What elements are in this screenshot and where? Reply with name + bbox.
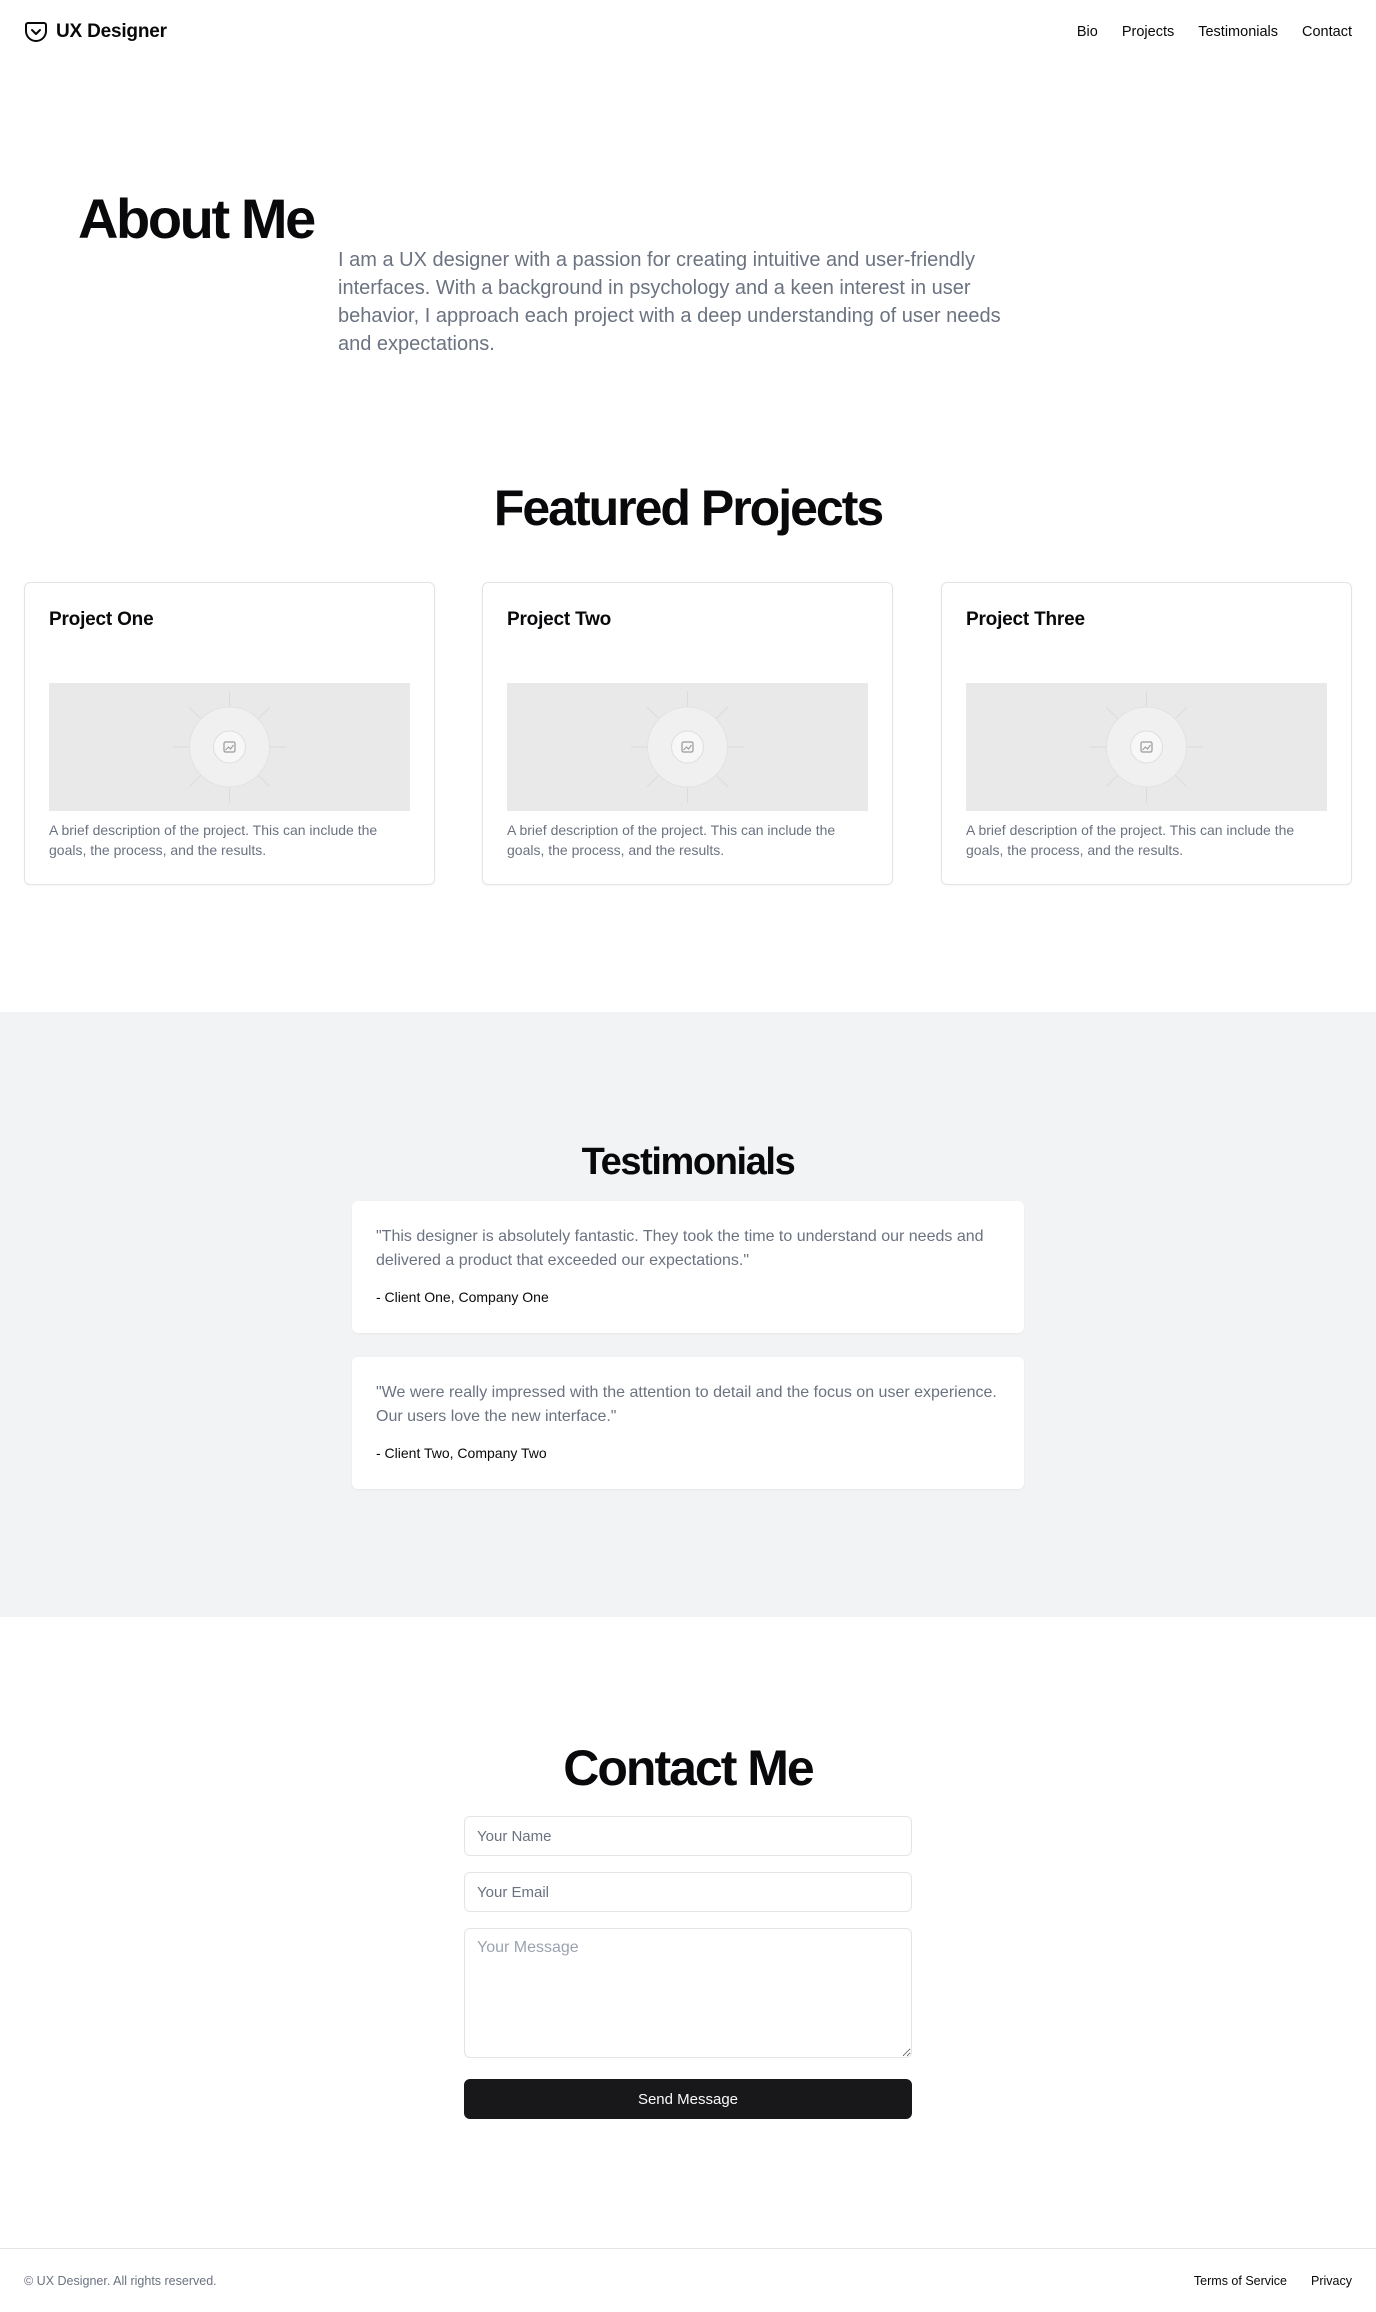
project-title: Project One — [49, 609, 154, 630]
project-description: A brief description of the project. This… — [507, 822, 836, 858]
site-footer: © UX Designer. All rights reserved. Term… — [0, 2248, 1376, 2312]
project-description: A brief description of the project. This… — [966, 822, 1295, 858]
project-card-two: Project Two A brief description of the p… — [482, 582, 893, 885]
testimonial-quote: "We were really impressed with the atten… — [376, 1384, 997, 1425]
about-text: I am a UX designer with a passion for cr… — [338, 249, 1001, 355]
footer-link-privacy[interactable]: Privacy — [1311, 2274, 1352, 2288]
nav-link-contact[interactable]: Contact — [1302, 24, 1352, 40]
contact-title: Contact Me — [563, 1740, 814, 1796]
testimonials-title: Testimonials — [581, 1141, 796, 1183]
about-title: About Me — [78, 187, 316, 250]
project-description: A brief description of the project. This… — [49, 822, 378, 858]
email-input[interactable] — [464, 1872, 912, 1912]
nav-link-testimonials[interactable]: Testimonials — [1198, 24, 1278, 40]
nav-link-bio[interactable]: Bio — [1077, 24, 1098, 40]
name-input[interactable] — [464, 1816, 912, 1856]
testimonial-author: - Client Two, Company Two — [376, 1445, 547, 1461]
testimonial-quote: "This designer is absolutely fantastic. … — [376, 1228, 984, 1269]
projects-title: Featured Projects — [493, 480, 884, 536]
copyright-text: © UX Designer. All rights reserved. — [24, 2273, 217, 2288]
testimonial-card: "This designer is absolutely fantastic. … — [352, 1201, 1024, 1333]
brand-link[interactable]: UX Designer — [24, 20, 167, 44]
project-image — [966, 683, 1327, 811]
nav-link-projects[interactable]: Projects — [1122, 24, 1174, 40]
image-placeholder-icon — [631, 691, 744, 803]
project-title: Project Two — [507, 609, 612, 630]
project-title: Project Three — [966, 609, 1085, 630]
brand-name: UX Designer — [56, 21, 167, 42]
pocket-icon — [25, 22, 47, 42]
project-image — [507, 683, 868, 811]
message-textarea[interactable] — [464, 1928, 912, 2058]
site-header: UX Designer Bio Projects Testimonials Co… — [0, 0, 1376, 64]
send-message-button[interactable]: Send Message — [464, 2079, 912, 2119]
testimonial-card: "We were really impressed with the atten… — [352, 1357, 1024, 1489]
testimonial-author: - Client One, Company One — [376, 1289, 549, 1305]
project-image — [49, 683, 410, 811]
footer-nav: Terms of Service Privacy — [1194, 2274, 1352, 2288]
image-placeholder-icon — [173, 691, 286, 803]
footer-link-terms[interactable]: Terms of Service — [1194, 2274, 1287, 2288]
project-card-three: Project Three A brief description of the… — [941, 582, 1352, 885]
image-placeholder-icon — [1090, 691, 1203, 803]
project-card-one: Project One A brief description of the p… — [24, 582, 435, 885]
main-nav: Bio Projects Testimonials Contact — [1077, 24, 1352, 40]
